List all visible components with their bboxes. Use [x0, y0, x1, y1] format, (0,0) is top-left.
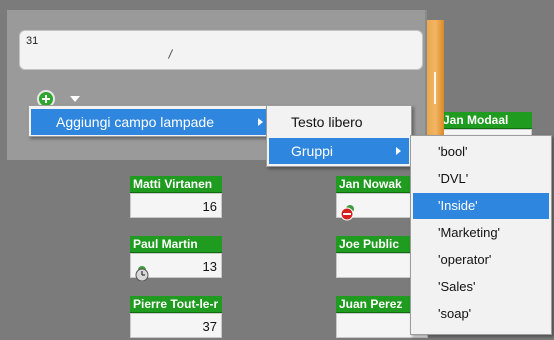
context-menu: Aggiungi campo lampade [28, 105, 274, 137]
person-name: Jan Modaal [440, 112, 532, 129]
menu-item-label: 'operator' [438, 252, 492, 267]
board-background: Matti Virtanen 16 Paul Martin 13 Pierre … [0, 0, 554, 340]
person-name: Matti Virtanen [130, 176, 222, 193]
menu-item-group[interactable]: 'soap' [413, 301, 549, 327]
submenu: Testo libero Gruppi [266, 105, 412, 167]
card-body: 16 [130, 193, 222, 218]
menu-item-label: 'soap' [438, 306, 472, 321]
person-count: 37 [202, 319, 217, 334]
menu-item-label: Testo libero [291, 114, 363, 130]
menu-item-label: Aggiungi campo lampade [56, 114, 214, 130]
menu-item-label: 'Marketing' [438, 225, 501, 240]
menu-item-group-selected[interactable]: 'Inside' [413, 193, 549, 219]
text-cursor-icon [167, 49, 174, 59]
menu-item-add-field[interactable]: Aggiungi campo lampade [31, 109, 271, 135]
person-card-matti-virtanen[interactable]: Matti Virtanen 16 [130, 176, 222, 218]
person-card-paul-martin[interactable]: Paul Martin 13 [130, 236, 222, 281]
text-field-value: 31 [26, 35, 39, 47]
menu-item-free-text[interactable]: Testo libero [269, 109, 409, 135]
card-body: 37 [130, 313, 222, 338]
person-name: Paul Martin [130, 236, 222, 253]
no-entry-icon [340, 205, 354, 221]
card-body: 13 [130, 253, 222, 281]
menu-item-label: 'Inside' [438, 198, 478, 213]
scroll-thumb[interactable] [434, 72, 436, 104]
menu-item-group[interactable]: 'DVL' [413, 166, 549, 192]
menu-item-label: 'Sales' [438, 279, 476, 294]
menu-item-groups[interactable]: Gruppi [269, 138, 409, 164]
menu-item-label: 'DVL' [438, 171, 469, 186]
person-card-pierre[interactable]: Pierre Tout-le-r 37 [130, 296, 222, 338]
person-name: Pierre Tout-le-r [130, 296, 222, 313]
chevron-down-icon[interactable] [70, 96, 80, 102]
menu-item-label: 'bool' [438, 144, 468, 159]
menu-item-label: Gruppi [291, 143, 334, 159]
text-field[interactable]: 31 [19, 30, 423, 70]
person-count: 16 [202, 199, 217, 214]
menu-item-group[interactable]: 'Sales' [413, 274, 549, 300]
menu-item-group[interactable]: 'Marketing' [413, 220, 549, 246]
submenu-arrow-icon [396, 147, 401, 155]
groups-submenu: 'bool' 'DVL' 'Inside' 'Marketing' 'opera… [410, 135, 552, 335]
clock-icon [135, 266, 149, 281]
submenu-arrow-icon [258, 118, 263, 126]
menu-item-group[interactable]: 'operator' [413, 247, 549, 273]
menu-item-group[interactable]: 'bool' [413, 139, 549, 165]
person-count: 13 [202, 259, 217, 274]
